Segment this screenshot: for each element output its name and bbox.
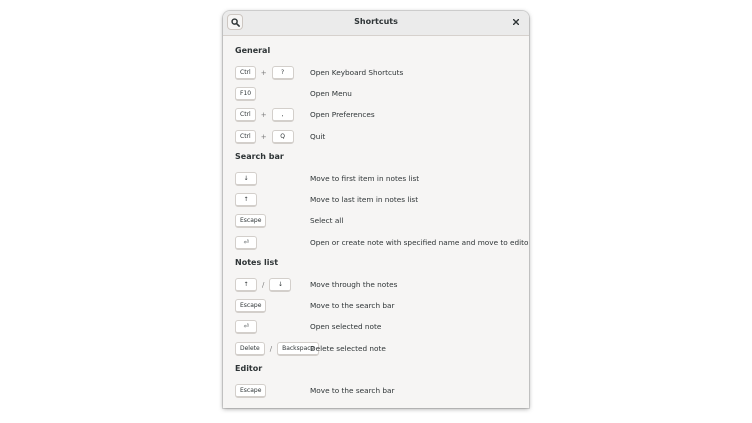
- shortcut-keys: Escape: [235, 298, 267, 314]
- shortcut-description: Open or create note with specified name …: [310, 238, 529, 247]
- close-icon: [513, 19, 519, 25]
- shortcut-row: ↓ Move to first item in notes list: [235, 171, 525, 187]
- shortcut-keys: ⏎: [235, 319, 257, 335]
- shortcut-row: Delete / Backspace Delete selected note: [235, 341, 525, 357]
- key-separator: +: [260, 133, 267, 141]
- shortcut-keys: ↑ / ↓: [235, 277, 292, 293]
- shortcut-keys: F10: [235, 86, 257, 102]
- shortcut-row: Escape Move to the search bar: [235, 383, 525, 399]
- keycap: Escape: [235, 384, 267, 398]
- shortcut-keys: ↑: [235, 192, 257, 208]
- shortcut-description: Open selected note: [310, 322, 382, 331]
- section-title-general: General: [235, 46, 271, 55]
- shortcut-row: Ctrl +? Open Keyboard Shortcuts: [235, 65, 525, 81]
- shortcut-row: Escape Move to the search bar: [235, 298, 525, 314]
- keycap: Ctrl: [235, 108, 256, 122]
- key-separator: +: [260, 111, 267, 119]
- keycap: Delete: [235, 342, 265, 356]
- shortcut-description: Move through the notes: [310, 280, 398, 289]
- keycap: ,: [271, 108, 294, 122]
- shortcut-description: Move to last item in notes list: [310, 195, 419, 204]
- section-title-notes-list: Notes list: [235, 258, 279, 267]
- shortcut-description: Delete selected note: [310, 344, 386, 353]
- shortcut-keys: ↓: [235, 171, 257, 187]
- keycap: Q: [271, 130, 294, 144]
- shortcut-description: Open Menu: [310, 89, 352, 98]
- keycap: Ctrl: [235, 66, 256, 80]
- shortcut-description: Quit: [310, 132, 326, 141]
- key-separator: /: [262, 281, 265, 289]
- keycap: ⏎: [235, 320, 257, 334]
- shortcut-row: Ctrl + Q Quit: [235, 129, 525, 145]
- shortcut-row: F10 Open Menu: [235, 86, 525, 102]
- shortcut-row: ↑ Move to last item in notes list: [235, 192, 525, 208]
- keycap: Escape: [235, 214, 267, 228]
- shortcut-keys: Ctrl +?: [235, 65, 294, 81]
- keycap: ↑: [235, 193, 257, 207]
- keycap: Escape: [235, 299, 267, 313]
- keycap: Ctrl: [235, 130, 256, 144]
- shortcut-keys: Delete / Backspace: [235, 341, 320, 357]
- shortcut-row: Ctrl +, Open Preferences: [235, 107, 525, 123]
- shortcut-description: Select all: [310, 216, 344, 225]
- section-title-editor: Editor: [235, 364, 263, 373]
- shortcut-keys: Escape: [235, 383, 267, 399]
- shortcut-row: Escape Select all: [235, 213, 525, 229]
- section-title-search-bar: Search bar: [235, 152, 284, 161]
- keycap: ↑: [235, 278, 257, 292]
- shortcut-keys: Escape: [235, 213, 267, 229]
- shortcut-keys: Ctrl +,: [235, 107, 294, 123]
- shortcut-row: ⏎ Open selected note: [235, 319, 525, 335]
- shortcut-description: Move to the search bar: [310, 386, 395, 395]
- shortcut-row: ⏎ Open or create note with specified name…: [235, 235, 529, 251]
- shortcut-description: Open Keyboard Shortcuts: [310, 68, 404, 77]
- close-button[interactable]: [510, 16, 522, 28]
- shortcut-keys: ⏎: [235, 235, 257, 251]
- keycap: ↓: [235, 172, 257, 186]
- key-separator: +: [260, 69, 267, 77]
- keycap: ⏎: [235, 236, 257, 250]
- shortcut-description: Move to first item in notes list: [310, 174, 420, 183]
- shortcuts-window: Shortcuts General Ctrl +? Open Keyboard Sho…: [223, 11, 529, 408]
- keycap: F10: [235, 87, 257, 101]
- shortcut-row: ↑ / ↓ Move through the notes: [235, 277, 525, 293]
- keycap: ?: [271, 66, 294, 80]
- shortcut-keys: Ctrl + Q: [235, 129, 294, 145]
- key-separator: /: [269, 345, 273, 353]
- keycap: ↓: [269, 278, 292, 292]
- shortcut-description: Open Preferences: [310, 110, 375, 119]
- shortcut-description: Move to the search bar: [310, 301, 395, 310]
- window-title: Shortcuts: [354, 17, 398, 26]
- titlebar: Shortcuts: [223, 11, 529, 36]
